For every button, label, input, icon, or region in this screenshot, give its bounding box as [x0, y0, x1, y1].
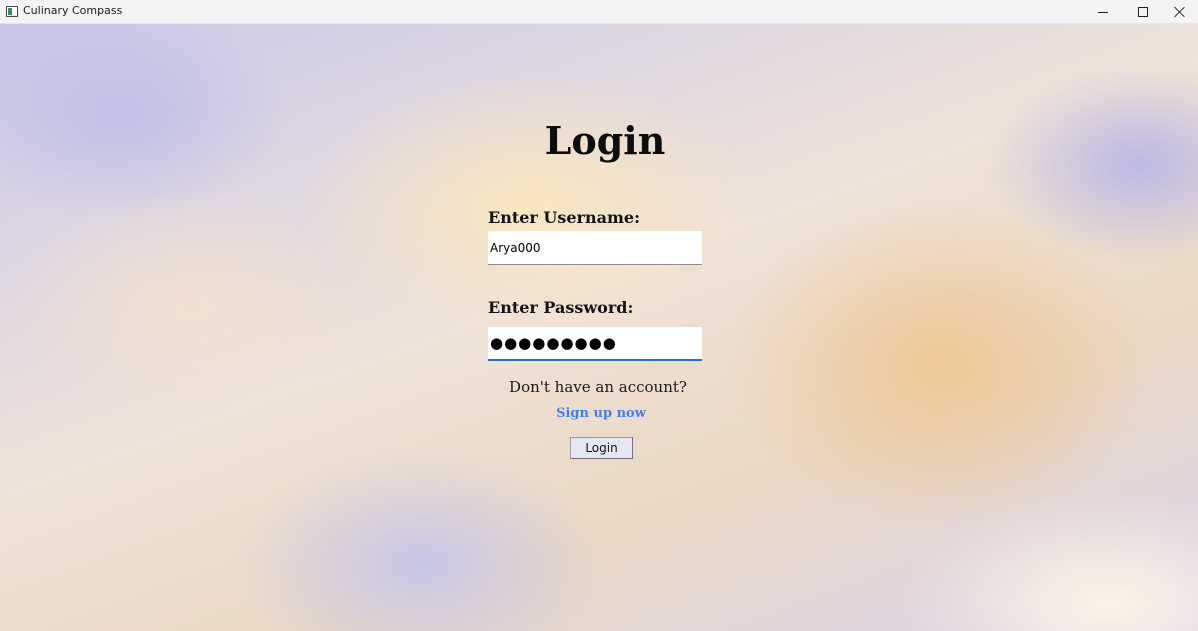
close-icon — [1174, 6, 1186, 18]
window-title: Culinary Compass — [23, 4, 123, 17]
maximize-icon — [1138, 7, 1148, 17]
minimize-button[interactable] — [1083, 0, 1123, 24]
title-bar: Culinary Compass — [0, 0, 1198, 24]
account-prompt-text: Don't have an account? — [509, 378, 687, 396]
login-screen: Login Enter Username: Enter Password: Do… — [0, 24, 1198, 631]
page-title: Login — [544, 118, 666, 163]
signup-link[interactable]: Sign up now — [0, 405, 1198, 423]
username-label: Enter Username: — [488, 208, 640, 227]
password-label: Enter Password: — [488, 298, 634, 317]
minimize-icon — [1098, 11, 1108, 13]
close-button[interactable] — [1160, 0, 1198, 24]
app-window-icon — [6, 6, 18, 17]
account-prompt: Don't have an account? — [0, 377, 1198, 397]
login-button[interactable]: Login — [570, 437, 633, 459]
password-input[interactable] — [488, 327, 702, 361]
maximize-button[interactable] — [1123, 0, 1163, 24]
username-input[interactable] — [488, 231, 702, 265]
